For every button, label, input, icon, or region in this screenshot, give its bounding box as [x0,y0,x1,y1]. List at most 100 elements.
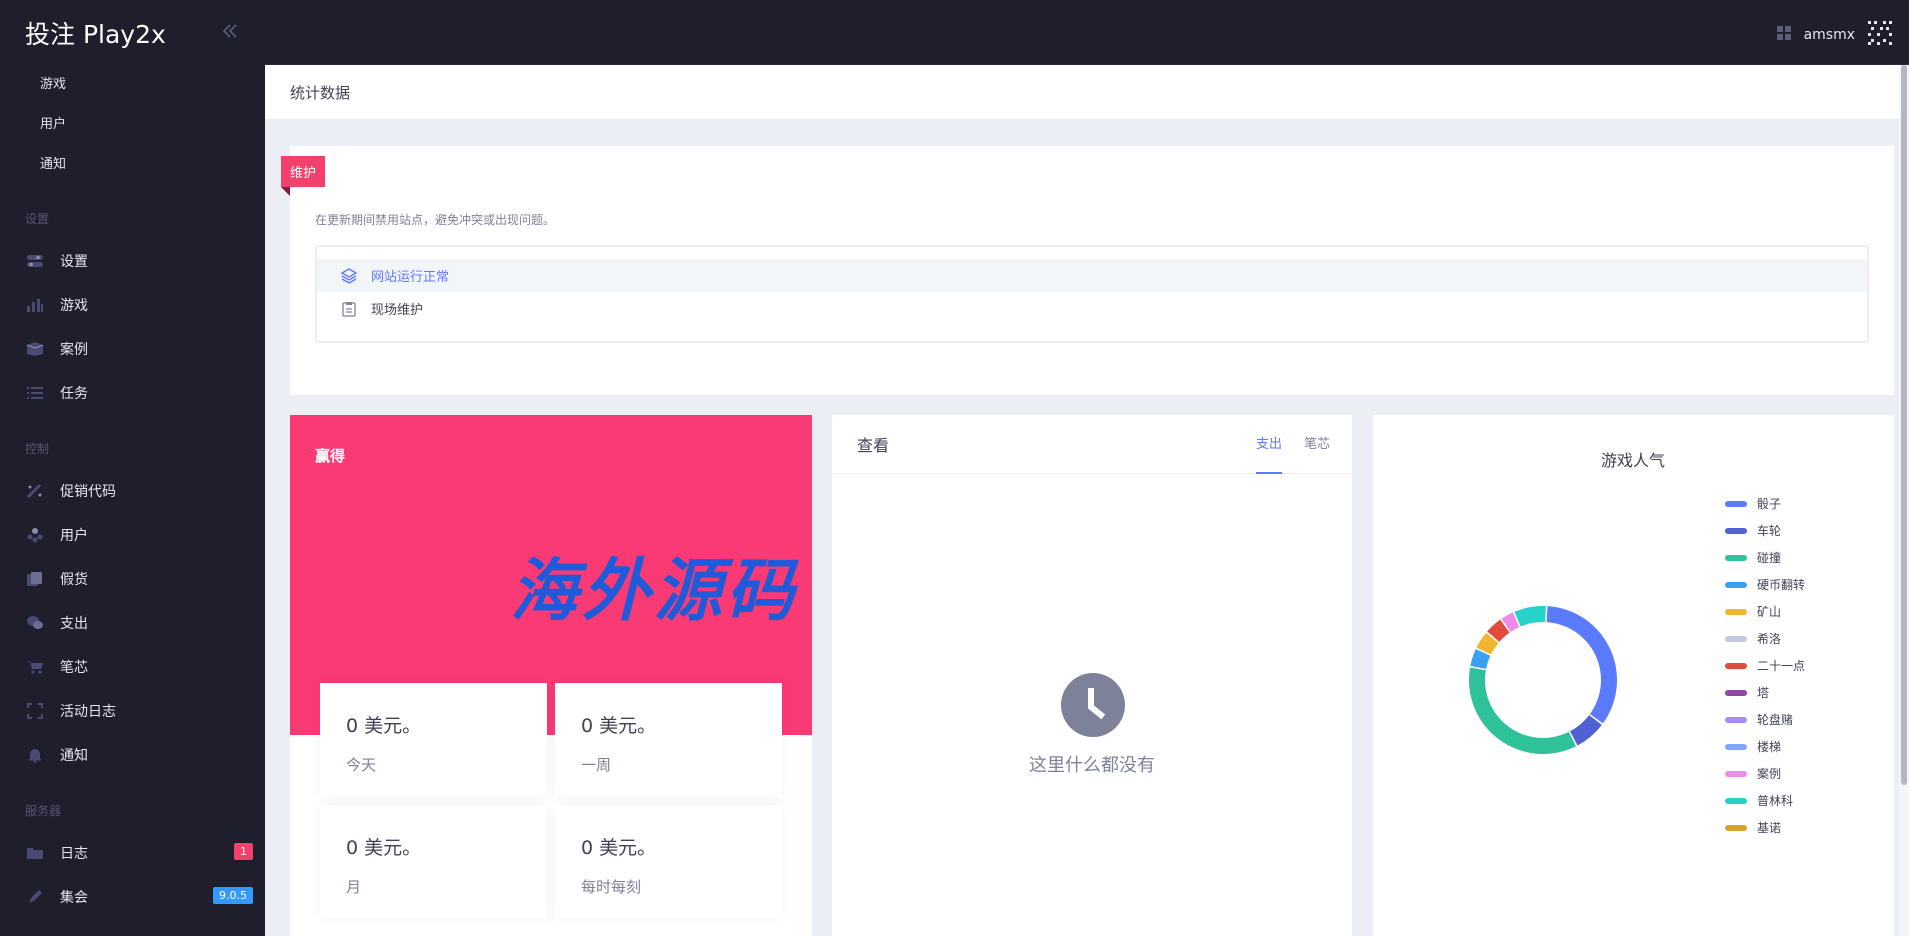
wins-title: 赢得 [315,447,346,465]
wand-icon [25,481,45,501]
maintenance-ribbon: 维护 [281,156,326,196]
donut-slice[interactable] [1469,667,1576,754]
legend-item[interactable]: 二十一点 [1725,652,1805,679]
view-title: 查看 [857,436,890,455]
stat-month: 0 美元。 月 [320,805,547,919]
chart-legend: 骰子车轮碰撞硬币翻转矿山 希洛 二十一点塔轮盘赌楼梯 案例 普林科 基诺 [1725,490,1805,841]
sidebar-item-promo-codes[interactable]: 促销代码 [0,469,265,513]
legend-swatch [1725,716,1747,723]
sidebar-section-control: 控制 [25,442,50,456]
legend-item[interactable]: 碰撞 [1725,544,1805,571]
stat-today: 0 美元。 今天 [320,683,547,797]
legend-item[interactable]: 普林科 [1725,787,1805,814]
sidebar-item-label: 活动日志 [60,704,116,720]
bar-chart-icon [25,295,45,315]
sidebar-item-notifications[interactable]: 通知 [0,733,265,777]
empty-state-text: 这里什么都没有 [1029,755,1155,776]
stat-week: 0 美元。 一周 [555,683,782,797]
stat-value: 0 美元。 [581,837,657,859]
legend-swatch [1725,608,1747,615]
sidebar-item-label: 日志 [60,846,88,862]
box-icon [25,339,45,359]
legend-swatch [1725,635,1747,642]
top-header: amsmx [265,0,1909,65]
legend-item[interactable]: 基诺 [1725,814,1805,841]
legend-item[interactable]: 楼梯 [1725,733,1805,760]
legend-item[interactable]: 硬币翻转 [1725,571,1805,598]
legend-label: 硬币翻转 [1757,578,1806,592]
sidebar-item-logs[interactable]: 日志 1 [0,831,265,875]
folder-icon [25,843,45,863]
sidebar-item-label: 促销代码 [60,484,116,500]
header-user-area: amsmx [1776,20,1893,50]
tab-refills[interactable]: 笔芯 [1304,415,1330,474]
sidebar-section-settings: 设置 [25,212,50,226]
sidebar-top-link-notifications[interactable]: 通知 [0,145,265,185]
legend-swatch [1725,500,1747,507]
pen-icon [25,887,45,907]
sidebar-section-server: 服务器 [25,804,62,818]
legend-item[interactable]: 轮盘赌 [1725,706,1805,733]
subheader: 统计数据 [265,65,1899,120]
sidebar-item-settings[interactable]: 设置 [0,239,265,283]
sidebar-item-activity-log[interactable]: 活动日志 [0,689,265,733]
user-avatar[interactable] [1867,20,1893,50]
sidebar-item-assembly[interactable]: 集会 9.0.5 [0,875,265,919]
legend-swatch [1725,824,1747,831]
sidebar: 投注 Play2x 游戏 用户 通知 设置 设置 游戏 案例 任务 控制 促销代… [0,0,265,936]
stat-value: 0 美元。 [346,837,422,859]
sidebar-item-cases[interactable]: 案例 [0,327,265,371]
donut-slice[interactable] [1546,606,1617,724]
legend-swatch [1725,797,1747,804]
legend-label: 车轮 [1757,524,1782,538]
sidebar-item-users[interactable]: 用户 [0,513,265,557]
sidebar-item-expenses[interactable]: 支出 [0,601,265,645]
brand: 投注 Play2x [0,0,265,65]
sidebar-item-games[interactable]: 游戏 [0,283,265,327]
donut-slice[interactable] [1570,715,1602,746]
chat-icon [25,613,45,633]
header-username[interactable]: amsmx [1804,27,1855,43]
legend-swatch [1725,770,1747,777]
clock-icon [1061,673,1125,737]
clipboard-icon [341,301,357,317]
sidebar-item-fakes[interactable]: 假货 [0,557,265,601]
legend-item[interactable]: 骰子 [1725,490,1805,517]
donut-slice[interactable] [1514,606,1546,627]
users-icon [25,525,45,545]
maintenance-option-running[interactable]: 网站运行正常 [317,259,1867,292]
app-title: 投注 Play2x [25,19,166,49]
legend-item[interactable]: 矿山 [1725,598,1805,625]
view-tabs: 支出 笔芯 [1255,415,1330,474]
legend-item[interactable]: 案例 [1725,760,1805,787]
legend-item[interactable]: 塔 [1725,679,1805,706]
maintenance-option-onsite[interactable]: 现场维护 [317,292,1867,325]
legend-swatch [1725,527,1747,534]
expand-icon [25,701,45,721]
stat-all-time: 0 美元。 每时每刻 [555,805,782,919]
legend-item[interactable]: 车轮 [1725,517,1805,544]
cart-icon [25,657,45,677]
sidebar-top-link-games[interactable]: 游戏 [0,65,265,105]
tab-expenses[interactable]: 支出 [1255,415,1282,474]
legend-swatch [1725,743,1747,750]
sidebar-item-label: 假货 [60,572,88,588]
sidebar-item-label: 案例 [60,342,88,358]
sidebar-top-link-users[interactable]: 用户 [0,105,265,145]
maintenance-description: 在更新期间禁用站点，避免冲突或出现问题。 [315,213,556,227]
apps-icon[interactable] [1776,25,1792,45]
stat-label: 每时每刻 [581,878,642,896]
maintenance-card: 维护 在更新期间禁用站点，避免冲突或出现问题。 网站运行正常 现场维护 [281,146,1894,395]
legend-label: 轮盘赌 [1757,713,1794,727]
sidebar-item-label: 设置 [60,254,88,270]
legend-label: 骰子 [1757,497,1782,511]
maintenance-options: 网站运行正常 现场维护 [315,245,1869,343]
toggle-icon [25,251,45,271]
collapse-sidebar-icon[interactable] [221,21,239,45]
legend-item[interactable]: 希洛 [1725,625,1805,652]
sidebar-item-label: 用户 [60,528,88,544]
sidebar-item-tasks[interactable]: 任务 [0,371,265,415]
page-scrollbar[interactable] [1899,65,1909,936]
scrollbar-thumb[interactable] [1901,65,1907,785]
sidebar-item-refills[interactable]: 笔芯 [0,645,265,689]
